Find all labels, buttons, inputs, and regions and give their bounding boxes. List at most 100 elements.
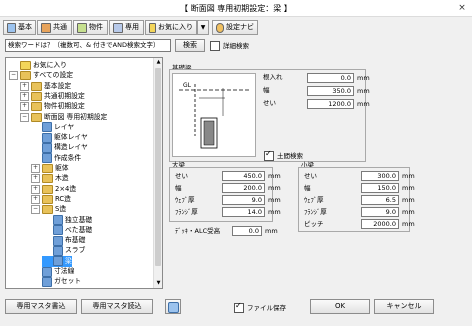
favorite-icon bbox=[149, 22, 156, 33]
folder-icon bbox=[42, 164, 53, 173]
dodoma-label: 土間検索 bbox=[277, 151, 303, 160]
scroll-up-icon[interactable]: ▲ bbox=[155, 59, 162, 66]
toolbar-property-button[interactable]: 物件 bbox=[73, 20, 108, 35]
tree-scrollbar[interactable]: ▲ ▼ bbox=[153, 58, 162, 288]
folder-icon bbox=[42, 194, 53, 204]
file-save-label: ファイル保存 bbox=[247, 303, 286, 312]
dodoma-toggle[interactable]: 土間検索 bbox=[264, 149, 303, 161]
kiso-row-label: せい bbox=[263, 99, 276, 107]
obari-value-input[interactable]: 14.0 bbox=[222, 207, 265, 217]
dedicated-icon bbox=[113, 22, 123, 33]
close-button[interactable]: × bbox=[454, 2, 470, 15]
search-input[interactable]: 検索ワードは？（複数可、& 付きでAND検索文字） bbox=[5, 39, 171, 52]
window-title: 【 断面図 専用初期設定：梁 】 bbox=[180, 4, 292, 13]
expand-icon[interactable]: + bbox=[20, 81, 29, 91]
unit-label: mm bbox=[402, 172, 415, 180]
unit-label: mm bbox=[357, 74, 370, 82]
toolbar-navi-label: 設定ナビ bbox=[226, 23, 254, 31]
toolbar-basic-button[interactable]: 基本 bbox=[3, 20, 36, 35]
common-icon bbox=[41, 22, 51, 33]
obari-row-label: せい bbox=[175, 172, 188, 180]
toolbar-common-label: 共通 bbox=[53, 23, 67, 31]
file-save-checkbox[interactable] bbox=[234, 301, 244, 313]
collapse-icon[interactable]: − bbox=[9, 71, 18, 81]
toolbar-dedicated-button[interactable]: 専用 bbox=[109, 20, 144, 35]
setting-icon bbox=[42, 276, 52, 287]
cancel-button[interactable]: キャンセル bbox=[374, 299, 434, 314]
kobari-value-input[interactable]: 6.5 bbox=[361, 195, 399, 205]
folder-icon bbox=[31, 102, 42, 112]
toolbar-navi-button[interactable]: 設定ナビ bbox=[212, 20, 258, 35]
setting-icon bbox=[42, 142, 52, 153]
collapse-icon[interactable]: − bbox=[31, 205, 40, 215]
folder-icon bbox=[20, 71, 31, 81]
toolbar-favorite-label: お気に入り bbox=[158, 23, 193, 31]
deck-input[interactable]: 0.0 bbox=[232, 226, 262, 236]
obari-value-input[interactable]: 200.0 bbox=[222, 183, 265, 193]
unit-label: mm bbox=[268, 172, 281, 180]
scroll-thumb[interactable] bbox=[155, 68, 161, 266]
help-icon bbox=[167, 302, 179, 313]
folder-icon bbox=[42, 174, 53, 184]
kobari-value-input[interactable]: 2000.0 bbox=[361, 219, 399, 229]
kobari-row-label: 幅 bbox=[304, 184, 311, 192]
help-button[interactable] bbox=[165, 299, 181, 314]
file-save-toggle[interactable]: ファイル保存 bbox=[234, 301, 286, 313]
collapse-icon[interactable]: − bbox=[20, 112, 29, 122]
master-write-button[interactable]: 専用マスタ書込 bbox=[5, 299, 77, 314]
scroll-down-icon[interactable]: ▼ bbox=[155, 280, 162, 287]
folder-icon bbox=[31, 112, 42, 122]
expand-icon[interactable]: + bbox=[20, 102, 29, 112]
obari-row-label: 幅 bbox=[175, 184, 182, 192]
detail-search-checkbox[interactable] bbox=[210, 41, 220, 51]
folder-icon bbox=[42, 205, 53, 215]
ok-button[interactable]: OK bbox=[310, 299, 370, 314]
kobari-row-label: ﾌﾗﾝｼﾞ厚 bbox=[304, 208, 327, 216]
toolbar-dedicated-label: 専用 bbox=[125, 23, 139, 31]
setting-icon bbox=[53, 225, 63, 236]
unit-label: mm bbox=[357, 87, 370, 95]
toolbar-basic-label: 基本 bbox=[18, 23, 32, 31]
setting-icon bbox=[53, 256, 63, 267]
dodoma-checkbox[interactable] bbox=[264, 149, 274, 161]
detail-search-toggle[interactable]: 詳細検索 bbox=[210, 41, 249, 51]
kiso-width-input[interactable]: 350.0 bbox=[307, 86, 354, 96]
kiso-diagram: GL bbox=[172, 73, 256, 157]
expand-icon[interactable]: + bbox=[31, 184, 40, 194]
folder-icon bbox=[42, 184, 53, 194]
kobari-value-input[interactable]: 300.0 bbox=[361, 171, 399, 181]
setting-icon bbox=[53, 215, 63, 225]
title-bar: 【 断面図 専用初期設定：梁 】 × bbox=[0, 0, 472, 17]
obari-value-input[interactable]: 450.0 bbox=[222, 171, 265, 181]
toolbar-favorite-button[interactable]: お気に入り bbox=[145, 20, 197, 35]
kobari-value-input[interactable]: 9.0 bbox=[361, 207, 399, 217]
settings-tree[interactable]: お気に入り − すべての設定 + 基本設定 + 共通初期設定 + 物件初期設定 − 断面図 専用初期… bbox=[5, 57, 163, 289]
kiso-depth-input[interactable]: 0.0 bbox=[307, 73, 354, 83]
gl-label: GL bbox=[183, 82, 192, 89]
unit-label: mm bbox=[268, 208, 281, 216]
toolbar-property-label: 物件 bbox=[89, 23, 103, 31]
tree-item-label: ガセット bbox=[54, 277, 82, 286]
obari-value-input[interactable]: 9.0 bbox=[222, 195, 265, 205]
property-icon bbox=[77, 22, 87, 33]
kobari-value-input[interactable]: 150.0 bbox=[361, 183, 399, 193]
unit-label: mm bbox=[268, 196, 281, 204]
folder-icon bbox=[31, 91, 42, 101]
navi-icon bbox=[216, 22, 224, 33]
expand-icon[interactable]: + bbox=[31, 164, 40, 173]
detail-search-label: 詳細検索 bbox=[223, 42, 249, 50]
toolbar-favorite-dropdown[interactable]: ▼ bbox=[197, 20, 209, 35]
expand-icon[interactable]: + bbox=[31, 194, 40, 204]
kiso-row-label: 根入れ bbox=[263, 73, 283, 81]
tree-item[interactable]: ガセット bbox=[31, 276, 81, 287]
master-read-button[interactable]: 専用マスタ読込 bbox=[81, 299, 153, 314]
kiso-row-label: 幅 bbox=[263, 86, 270, 94]
search-button[interactable]: 検索 bbox=[175, 39, 205, 52]
expand-icon[interactable]: + bbox=[20, 91, 29, 101]
kiso-height-input[interactable]: 1200.0 bbox=[307, 99, 354, 109]
favorite-folder-icon bbox=[20, 61, 31, 70]
expand-icon[interactable]: + bbox=[31, 174, 40, 184]
toolbar-common-button[interactable]: 共通 bbox=[37, 20, 72, 35]
obari-row-label: ﾌﾗﾝｼﾞ厚 bbox=[175, 208, 198, 216]
unit-label: mm bbox=[402, 220, 415, 228]
